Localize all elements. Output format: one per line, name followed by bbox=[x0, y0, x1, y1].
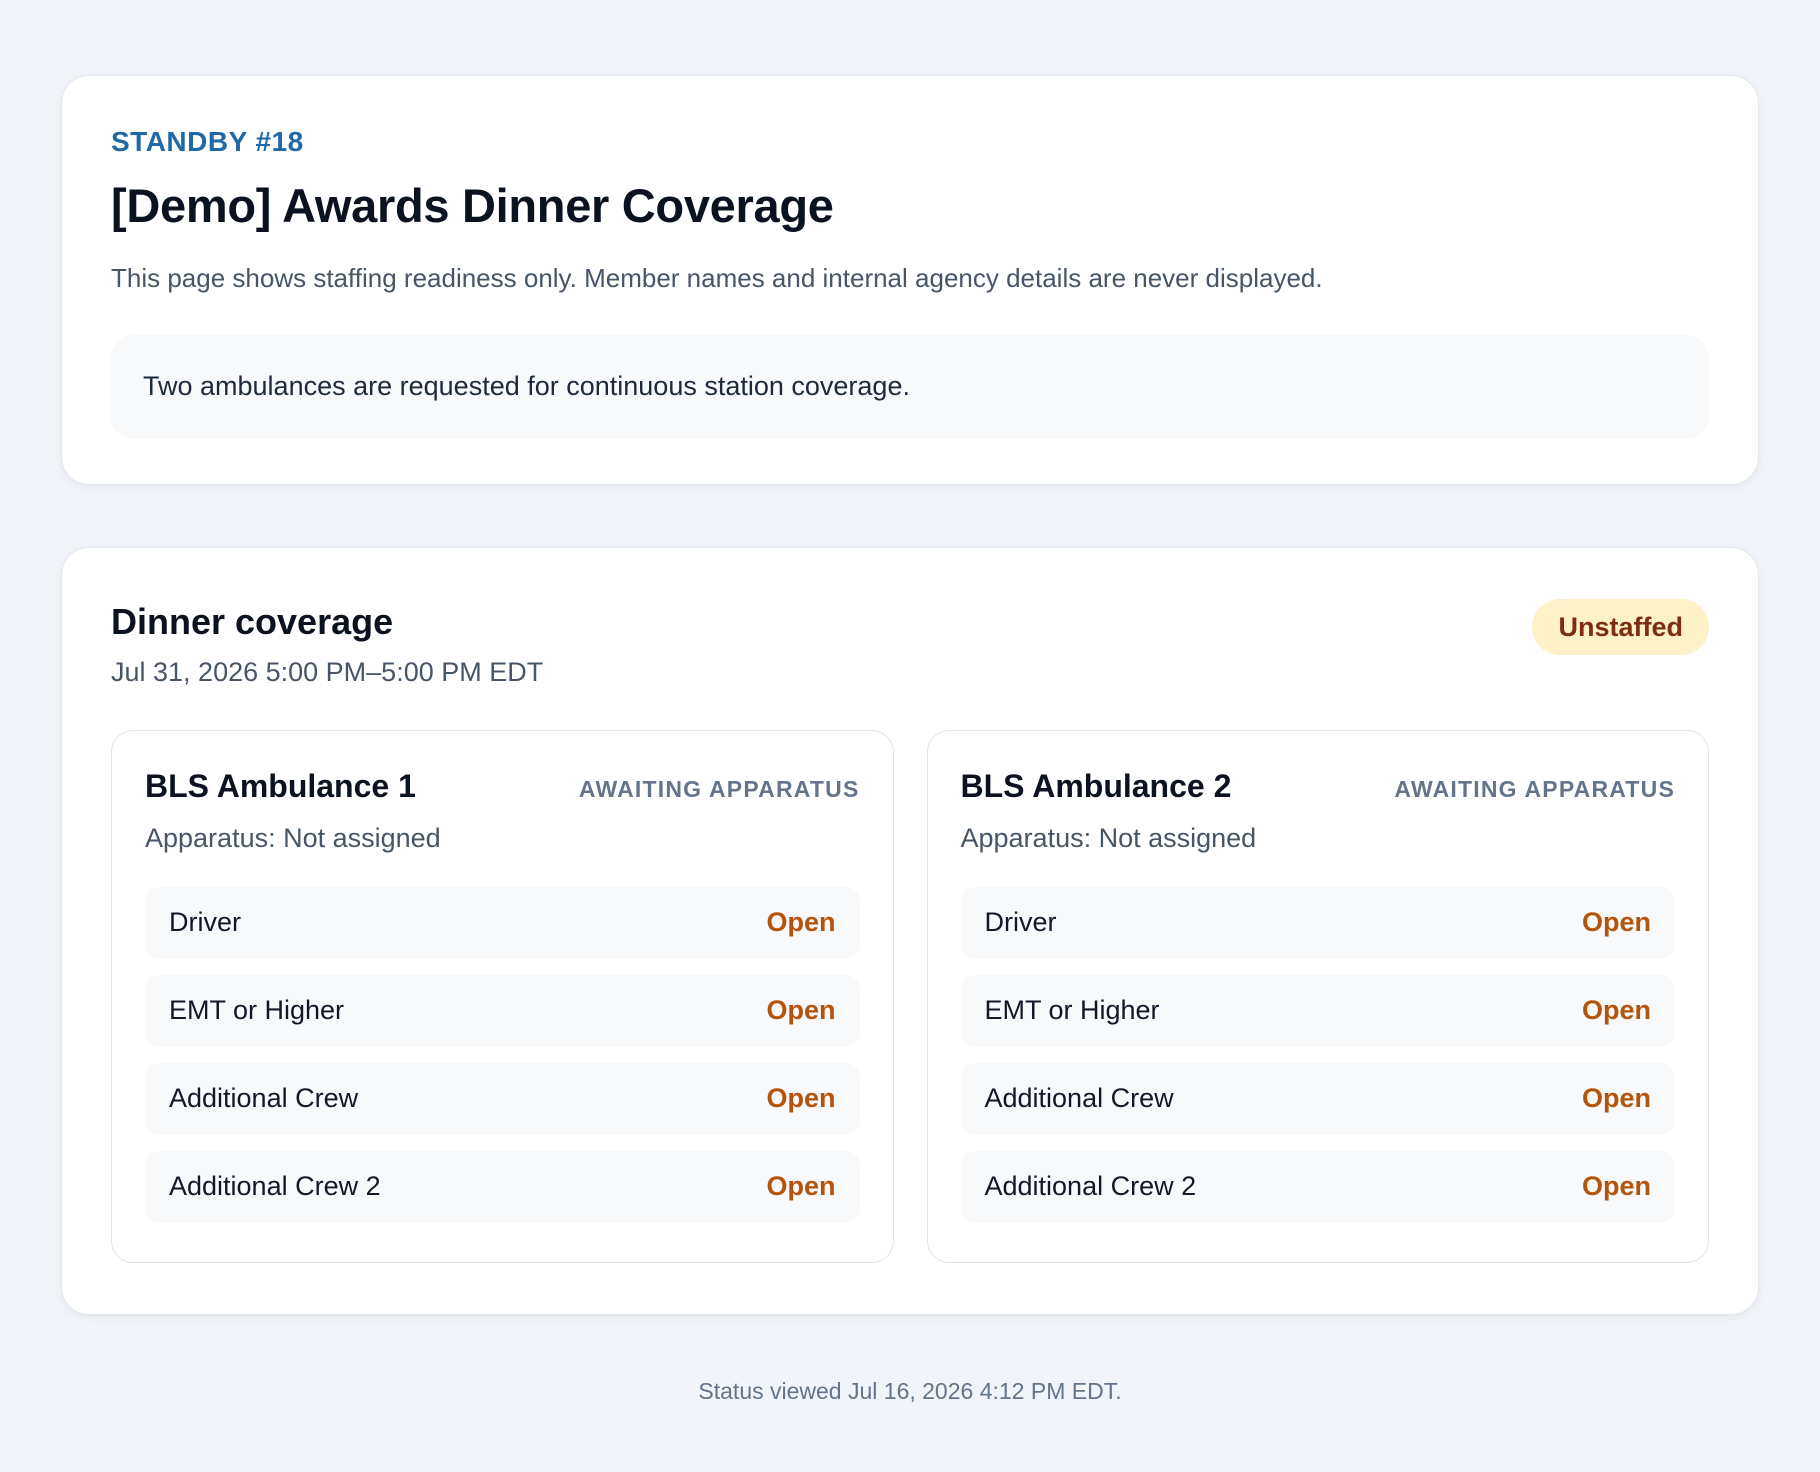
shift-heading-group: Dinner coverage Jul 31, 2026 5:00 PM–5:0… bbox=[111, 602, 543, 688]
role-row-driver: Driver Open bbox=[960, 886, 1675, 959]
apparatus-assignment: Apparatus: Not assigned bbox=[960, 823, 1257, 854]
role-name: Additional Crew bbox=[984, 1083, 1174, 1114]
standby-header-card: STANDBY #18 [Demo] Awards Dinner Coverag… bbox=[61, 75, 1759, 485]
role-status: Open bbox=[1581, 907, 1651, 938]
role-status: Open bbox=[1581, 995, 1651, 1026]
unit-header: BLS Ambulance 1 AWAITING APPARATUS bbox=[145, 767, 860, 804]
role-status: Open bbox=[1581, 1083, 1651, 1114]
role-row-emt: EMT or Higher Open bbox=[145, 974, 860, 1047]
unit-header: BLS Ambulance 2 AWAITING APPARATUS bbox=[960, 767, 1676, 804]
unit-list: BLS Ambulance 1 AWAITING APPARATUS Appar… bbox=[111, 729, 1709, 1263]
status-viewed-footer: Status viewed Jul 16, 2026 4:12 PM EDT. bbox=[698, 1378, 1122, 1404]
standby-number: STANDBY #18 bbox=[111, 126, 304, 157]
role-name: EMT or Higher bbox=[984, 995, 1160, 1026]
status-badge: Unstaffed bbox=[1532, 599, 1709, 655]
role-name: Additional Crew bbox=[169, 1083, 359, 1114]
unit-name: BLS Ambulance 2 bbox=[960, 767, 1232, 804]
role-row-driver: Driver Open bbox=[145, 886, 860, 959]
unit-state: AWAITING APPARATUS bbox=[578, 775, 860, 802]
unit-name: BLS Ambulance 1 bbox=[145, 767, 416, 804]
shift-time: Jul 31, 2026 5:00 PM–5:00 PM EDT bbox=[111, 656, 544, 687]
role-status: Open bbox=[766, 907, 836, 938]
privacy-note: This page shows staffing readiness only.… bbox=[111, 262, 1323, 293]
role-row-additional-crew-2: Additional Crew 2 Open bbox=[960, 1150, 1675, 1223]
role-name: Driver bbox=[169, 907, 241, 938]
role-name: Driver bbox=[984, 907, 1057, 938]
unit-card-bls-ambulance-2: BLS Ambulance 2 AWAITING APPARATUS Appar… bbox=[926, 729, 1709, 1263]
request-notice: Two ambulances are requested for continu… bbox=[111, 335, 1709, 440]
role-status: Open bbox=[766, 1171, 836, 1202]
role-name: Additional Crew 2 bbox=[169, 1171, 381, 1202]
page: STANDBY #18 [Demo] Awards Dinner Coverag… bbox=[61, 75, 1759, 1315]
role-name: Additional Crew 2 bbox=[984, 1171, 1197, 1202]
shift-title: Dinner coverage bbox=[111, 601, 394, 642]
role-row-additional-crew-2: Additional Crew 2 Open bbox=[145, 1150, 860, 1223]
role-row-additional-crew: Additional Crew Open bbox=[960, 1062, 1675, 1135]
role-name: EMT or Higher bbox=[169, 995, 345, 1026]
shift-card: Dinner coverage Jul 31, 2026 5:00 PM–5:0… bbox=[61, 547, 1759, 1315]
role-status: Open bbox=[766, 995, 836, 1026]
shift-header: Dinner coverage Jul 31, 2026 5:00 PM–5:0… bbox=[111, 599, 1709, 688]
apparatus-assignment: Apparatus: Not assigned bbox=[145, 823, 441, 854]
role-status: Open bbox=[1581, 1171, 1651, 1202]
role-list: Driver Open EMT or Higher Open Additiona… bbox=[960, 886, 1675, 1223]
page-title: [Demo] Awards Dinner Coverage bbox=[111, 179, 834, 232]
role-row-additional-crew: Additional Crew Open bbox=[145, 1062, 860, 1135]
unit-state: AWAITING APPARATUS bbox=[1394, 775, 1675, 802]
unit-card-bls-ambulance-1: BLS Ambulance 1 AWAITING APPARATUS Appar… bbox=[111, 729, 894, 1263]
role-status: Open bbox=[766, 1083, 836, 1114]
role-row-emt: EMT or Higher Open bbox=[960, 974, 1675, 1047]
role-list: Driver Open EMT or Higher Open Additiona… bbox=[145, 886, 860, 1223]
